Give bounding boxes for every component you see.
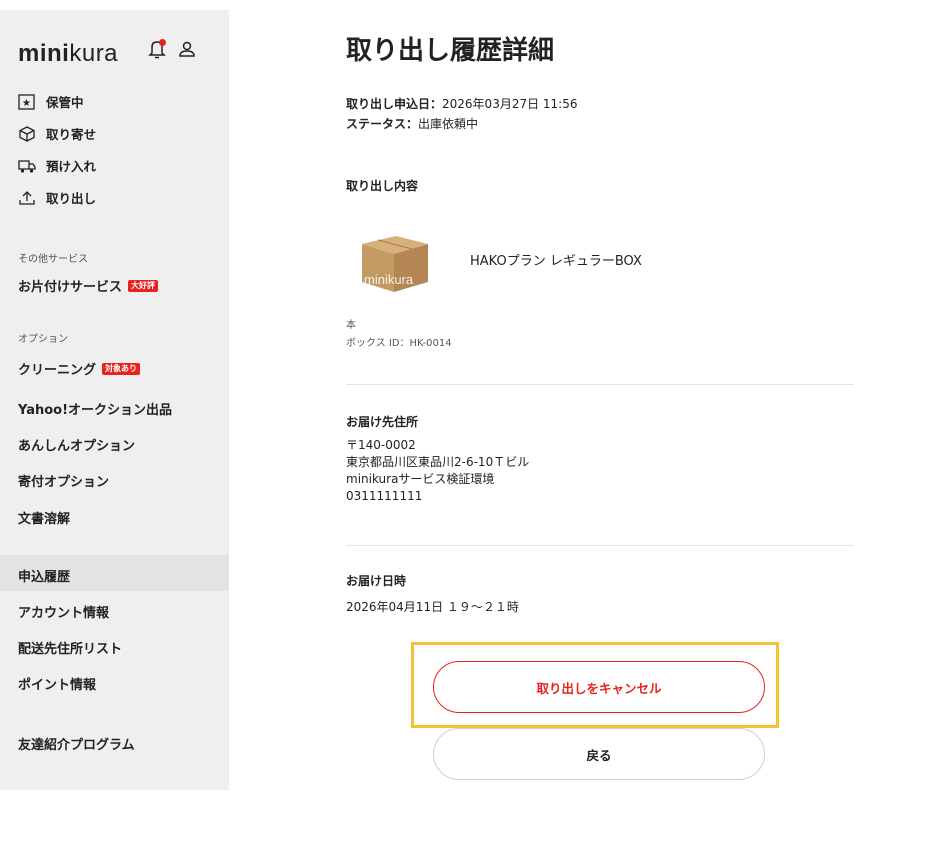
box-id: ボックス ID：HK-0014 xyxy=(346,338,452,349)
applied-date-label: 取り出し申込日： xyxy=(346,97,443,111)
svg-text:★: ★ xyxy=(22,98,31,109)
sidebar-item-label: クリーニング xyxy=(18,363,97,378)
unit-label: 本 xyxy=(346,320,356,331)
sidebar-item-label: 取り寄せ xyxy=(46,127,97,142)
applied-date-value: 2026年03月27日 11:56 xyxy=(442,97,578,111)
sidebar-item-label: 取り出し xyxy=(46,191,97,206)
content-title: 取り出し内容 xyxy=(346,179,419,193)
sidebar-item-label: お片付けサービス xyxy=(18,280,123,295)
upload-icon xyxy=(19,190,35,205)
divider xyxy=(346,545,854,546)
section-label-other: その他サービス xyxy=(18,254,88,265)
truck-icon xyxy=(18,159,36,173)
recipient-name: minikuraサービス検証環境 xyxy=(346,472,495,486)
delivery-date-value: 2026年04月11日 １９～２１時 xyxy=(346,600,519,614)
sidebar-item-anshin[interactable]: あんしんオプション xyxy=(18,435,135,454)
item-name: HAKOプラン レギュラーBOX xyxy=(470,254,642,269)
sidebar-item-order[interactable]: 取り寄せ xyxy=(18,124,96,143)
sidebar-item-points[interactable]: ポイント情報 xyxy=(18,674,96,693)
cardboard-box-image: minikura xyxy=(362,236,428,292)
sidebar-item-kifu[interactable]: 寄付オプション xyxy=(18,471,109,490)
status: ステータス：出庫依頼中 xyxy=(346,115,478,132)
eligible-badge: 対象あり xyxy=(102,362,141,375)
brand-logo[interactable]: minikura xyxy=(18,40,118,68)
bell-icon[interactable] xyxy=(148,39,166,59)
sidebar: minikura ★ 保管中 取り寄せ 預け入れ 取り出し その他サービス お片… xyxy=(0,10,229,790)
sidebar-item-stored[interactable]: ★ 保管中 xyxy=(18,92,84,111)
package-icon xyxy=(19,125,35,142)
sidebar-item-cleaning[interactable]: クリーニング 対象あり xyxy=(18,359,141,378)
star-box-icon: ★ xyxy=(18,93,35,110)
user-icon[interactable] xyxy=(178,40,196,58)
sidebar-item-retrieve[interactable]: 取り出し xyxy=(18,188,96,207)
delivery-date-title: お届け日時 xyxy=(346,574,407,588)
sidebar-item-account[interactable]: アカウント情報 xyxy=(18,602,109,621)
sidebar-item-yahoo[interactable]: Yahoo!オークション出品 xyxy=(18,399,172,418)
sidebar-item-friend[interactable]: 友達紹介プログラム xyxy=(18,734,135,753)
sidebar-item-address-list[interactable]: 配送先住所リスト xyxy=(18,638,122,657)
back-button[interactable]: 戻る xyxy=(433,728,765,780)
page-title: 取り出し履歴詳細 xyxy=(346,36,555,66)
postal-code: 〒140-0002 xyxy=(346,438,416,452)
sidebar-item-cleanup[interactable]: お片付けサービス 大好評 xyxy=(18,276,159,295)
cancel-retrieval-button[interactable]: 取り出しをキャンセル xyxy=(433,661,765,713)
popular-badge: 大好評 xyxy=(128,279,159,292)
section-label-options: オプション xyxy=(18,334,68,345)
status-value: 出庫依頼中 xyxy=(418,117,479,131)
address-title: お届け先住所 xyxy=(346,415,419,429)
sidebar-item-label: 保管中 xyxy=(46,95,84,110)
address-line: 東京都品川区東品川2-6-10Ｔビル xyxy=(346,455,530,469)
applied-date: 取り出し申込日：2026年03月27日 11:56 xyxy=(346,95,578,112)
phone-number: 0311111111 xyxy=(346,489,423,503)
sidebar-item-label: 預け入れ xyxy=(46,159,97,174)
sidebar-item-deposit[interactable]: 預け入れ xyxy=(18,156,96,175)
box-logo-text: minikura xyxy=(364,272,414,287)
status-label: ステータス： xyxy=(346,117,419,131)
sidebar-item-history[interactable]: 申込履歴 xyxy=(18,566,70,585)
divider xyxy=(346,384,854,385)
sidebar-item-bunsho[interactable]: 文書溶解 xyxy=(18,508,70,527)
